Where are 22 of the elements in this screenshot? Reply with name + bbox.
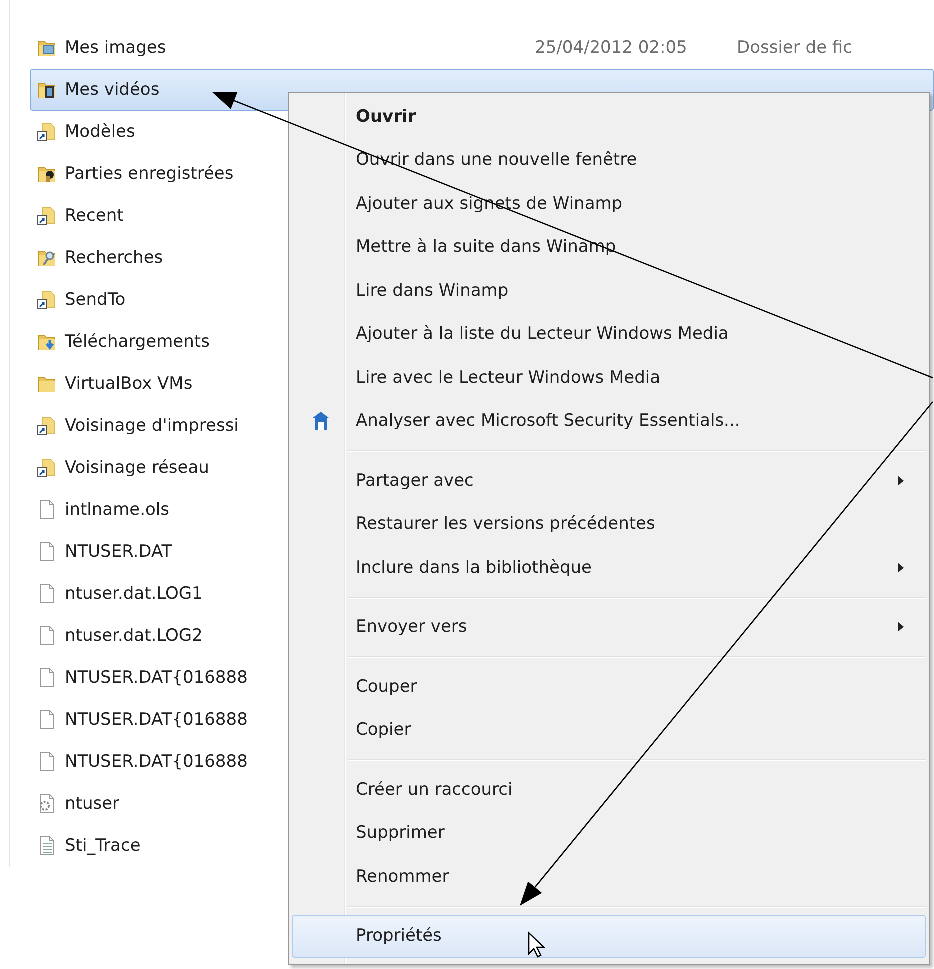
file-name: Recherches xyxy=(65,248,164,268)
file-name: intlname.ols xyxy=(65,500,170,520)
file-name: ntuser xyxy=(65,794,120,814)
file-name: Parties enregistrées xyxy=(65,164,234,184)
file-name: Voisinage d'impressi xyxy=(65,416,239,436)
file-name: NTUSER.DAT{016888 xyxy=(65,752,248,772)
file-name: Téléchargements xyxy=(65,332,210,352)
file-name: VirtualBox VMs xyxy=(65,374,193,394)
file-name: ntuser.dat.LOG1 xyxy=(65,584,203,604)
file-name: Mes vidéos xyxy=(65,80,160,100)
file-name: Recent xyxy=(65,206,124,226)
file-name: NTUSER.DAT xyxy=(65,542,172,562)
file-name: SendTo xyxy=(65,290,126,310)
file-name: NTUSER.DAT{016888 xyxy=(65,668,248,688)
file-date: 25/04/2012 02:05 xyxy=(535,38,688,58)
file-type: Dossier de fic xyxy=(737,38,852,58)
file-name: Modèles xyxy=(65,122,136,142)
file-name: ntuser.dat.LOG2 xyxy=(65,626,203,646)
file-name: NTUSER.DAT{016888 xyxy=(65,710,248,730)
file-name: Sti_Trace xyxy=(65,836,141,856)
file-name: Mes images xyxy=(65,38,166,58)
file-name: Voisinage réseau xyxy=(65,458,210,478)
